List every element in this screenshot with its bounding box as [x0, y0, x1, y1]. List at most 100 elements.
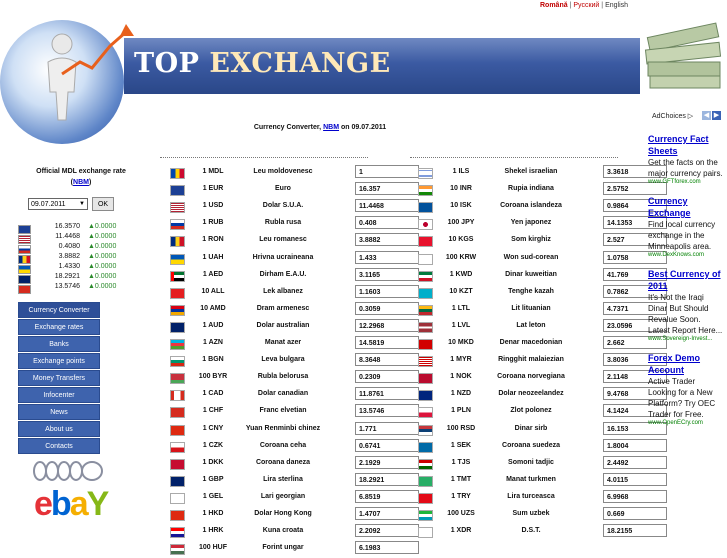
- currency-name: Ringghit malaiezian: [498, 356, 564, 364]
- menu-item-contacts[interactable]: Contacts: [18, 438, 100, 454]
- ad-headline-link[interactable]: Forex Demo Account: [648, 352, 724, 376]
- currency-amount-input[interactable]: 2.1929: [355, 455, 419, 469]
- adchoices-label[interactable]: AdChoices ▷: [652, 112, 693, 120]
- currency-amount-input[interactable]: 6.8519: [355, 489, 419, 503]
- menu-item-money-transfers[interactable]: Money Transfers: [18, 370, 100, 386]
- currency-name: Coroana ceha: [259, 441, 307, 449]
- flag-il-icon: [418, 168, 433, 179]
- ebay-logo[interactable]: ebaY: [34, 485, 109, 524]
- currency-amount-input[interactable]: 2.4492: [603, 455, 667, 469]
- flag-se-icon: [418, 441, 433, 453]
- ad-url-link[interactable]: www.GFTforex.com: [648, 179, 724, 185]
- flag-kg-icon: [418, 236, 433, 248]
- menu-item-currency-converter[interactable]: Currency Converter: [18, 302, 100, 318]
- currency-amount-input[interactable]: 11.8761: [355, 387, 419, 401]
- currency-row: 10 AMD Dram armenesc 0.3059: [170, 301, 420, 319]
- mini-rate-value: 16.3570: [54, 223, 80, 230]
- currency-amount-input[interactable]: 13.5746: [355, 404, 419, 418]
- currency-amount-input[interactable]: 4.0115: [603, 472, 667, 486]
- lang-russian-link[interactable]: Русский: [573, 2, 599, 9]
- ad-headline-link[interactable]: Currency Exchange: [648, 195, 724, 219]
- currency-amount-input[interactable]: 1.1603: [355, 284, 419, 298]
- ad-headline-link[interactable]: Currency Fact Sheets: [648, 133, 724, 157]
- currency-amount-input[interactable]: 1.8004: [603, 438, 667, 452]
- mini-rate-change: ▲0.0000: [88, 223, 117, 230]
- mini-rate-row: 16.3570 ▲0.0000: [18, 223, 138, 234]
- currency-row: 1 CZK Coroana ceha 0.6741: [170, 438, 420, 456]
- currency-name: Dolar neozeelandez: [498, 390, 564, 398]
- currency-amount-input[interactable]: 1: [355, 165, 419, 178]
- currency-row: 10 MKD Denar macedonian 2.662: [418, 336, 668, 353]
- currency-amount-input[interactable]: 1.771: [355, 421, 419, 435]
- flag-hu-icon: [170, 544, 185, 556]
- currency-amount-input[interactable]: 18.2921: [355, 472, 419, 486]
- flag-au-icon: [170, 321, 185, 333]
- currency-amount-input[interactable]: 0.6741: [355, 438, 419, 452]
- ok-button[interactable]: OK: [92, 197, 114, 211]
- flag-is-icon: [418, 202, 433, 214]
- currency-name: Coroana norvegiana: [497, 373, 565, 381]
- currency-amount-input[interactable]: 14.5819: [355, 336, 419, 349]
- flag-lv-icon: [418, 321, 433, 333]
- date-select[interactable]: 09.07.2011 ▼: [28, 198, 88, 210]
- ad-headline-link[interactable]: Best Currency of 2011: [648, 268, 724, 292]
- currency-amount-input[interactable]: 18.2155: [603, 524, 667, 538]
- menu-item-infocenter[interactable]: Infocenter: [18, 387, 100, 403]
- currency-row: 1 LVL Lat leton 23.0596: [418, 318, 668, 336]
- official-nbm-link[interactable]: NBM: [73, 179, 89, 186]
- currency-amount-input[interactable]: 0.2309: [355, 370, 419, 384]
- currency-row: 1 KWD Dinar kuweitian 41.769: [418, 267, 668, 285]
- currency-amount-input[interactable]: 0.669: [603, 507, 667, 520]
- mini-rate-row: 1.4330 ▲0.0000: [18, 263, 138, 274]
- ad-url-link[interactable]: www.DexKnows.com: [648, 252, 724, 258]
- mini-rate-change: ▲0.0000: [88, 243, 117, 250]
- currency-amount-input[interactable]: 0.3059: [355, 301, 419, 315]
- ad-block: Forex Demo Account Active Trader Looking …: [648, 352, 724, 426]
- currency-name: D.S.T.: [521, 527, 541, 535]
- currency-row: 100 BYR Rubla belorusa 0.2309: [170, 370, 420, 387]
- currency-amount-input[interactable]: 1.433: [355, 250, 419, 264]
- currency-amount-input[interactable]: 8.3648: [355, 353, 419, 367]
- ad-body-text: It's Not the Iraqi Dinar But Should Reva…: [648, 293, 723, 335]
- currency-amount-input[interactable]: 2.2092: [355, 524, 419, 538]
- currency-row: 1 TJS Somoni tadjic 2.4492: [418, 455, 668, 473]
- lang-english-link[interactable]: English: [605, 2, 628, 9]
- currency-amount-input[interactable]: 0.408: [355, 216, 419, 230]
- flag-dk-icon: [170, 458, 185, 470]
- mini-rate-value: 18.2921: [54, 273, 80, 280]
- menu-item-news[interactable]: News: [18, 404, 100, 420]
- currency-amount-input[interactable]: 11.4468: [355, 199, 419, 213]
- lang-romanian-link[interactable]: Română: [540, 2, 568, 9]
- currency-row: 1 TRY Lira turceasca 6.9968: [418, 489, 668, 507]
- ad-url-link[interactable]: www.Sovereign-Invest...: [648, 336, 724, 342]
- site-title[interactable]: TOP EXCHANGE: [134, 48, 391, 79]
- currency-amount-input[interactable]: 16.357: [355, 182, 419, 196]
- ad-prev-button[interactable]: ◀: [702, 111, 711, 120]
- flag-ch-icon: [18, 285, 31, 294]
- currency-amount-input[interactable]: 3.1165: [355, 267, 419, 281]
- ads-column: Currency Fact Sheets Get the facts on the…: [648, 133, 724, 436]
- menu-item-banks[interactable]: Banks: [18, 336, 100, 352]
- currency-name: Dram armenesc: [256, 304, 310, 312]
- currency-name: Leva bulgara: [261, 356, 305, 364]
- currency-name: Coroana suedeza: [502, 441, 560, 449]
- menu-item-about-us[interactable]: About us: [18, 421, 100, 437]
- currency-amount-input[interactable]: 12.2968: [355, 318, 419, 332]
- currency-row: 1 ILS Shekel israelian 3.3618: [418, 165, 668, 182]
- flag-cz-icon: [170, 441, 185, 453]
- currency-amount-input[interactable]: 6.1983: [355, 541, 419, 555]
- nbm-link[interactable]: NBM: [323, 124, 339, 131]
- menu-item-exchange-rates[interactable]: Exchange rates: [18, 319, 100, 335]
- ad-block: Best Currency of 2011 It's Not the Iraqi …: [648, 268, 724, 342]
- currency-row: 1 SEK Coroana suedeza 1.8004: [418, 438, 668, 456]
- mini-rate-change: ▲0.0000: [88, 253, 117, 260]
- currency-amount-input[interactable]: 3.8882: [355, 233, 419, 247]
- ad-next-button[interactable]: ▶: [712, 111, 721, 120]
- currency-amount-input[interactable]: 6.9968: [603, 489, 667, 503]
- ad-url-link[interactable]: www.OpenECry.com: [648, 420, 724, 426]
- mini-rate-row: 11.4468 ▲0.0000: [18, 233, 138, 244]
- currency-amount-input[interactable]: 1.4707: [355, 507, 419, 520]
- menu-item-exchange-points[interactable]: Exchange points: [18, 353, 100, 369]
- mini-rate-value: 0.4080: [58, 243, 80, 250]
- currency-name: Kuna croata: [262, 527, 304, 535]
